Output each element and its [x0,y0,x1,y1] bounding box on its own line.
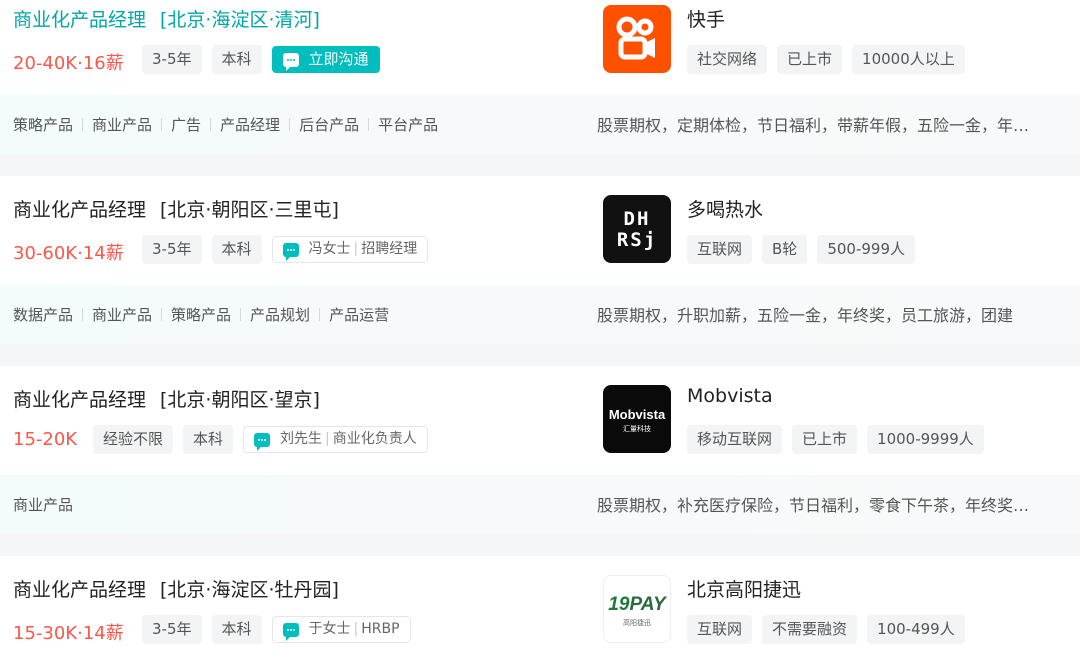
size-tag: 10000人以上 [852,45,965,74]
skill-tag: 平台产品 [378,116,439,134]
salary: 15-30K·14薪 [13,623,124,644]
chat-now-button[interactable]: 立即沟通 [271,46,380,73]
recruiter-chat-button[interactable]: 刘先生 | 商业化负责人 [243,426,428,453]
welfare-text: 股票期权，定期体检，节日福利，带薪年假，五险一金，年终奖 [597,116,1043,135]
industry-tag: 互联网 [687,235,753,264]
welfare-text: 股票期权，升职加薪，五险一金，年终奖，员工旅游，团建 [597,306,1014,325]
job-location: [北京·朝阳区·三里屯] [160,199,339,221]
experience-tag: 经验不限 [93,425,174,454]
skill-tags: 商业产品 [13,494,73,515]
salary: 30-60K·14薪 [13,243,124,264]
company-tags: 互联网 B轮 500-999人 [687,235,915,264]
job-title-link[interactable]: 商业化产品经理 [北京·海淀区·清河] [13,5,320,32]
skill-tags: 策略产品 商业产品 广告 产品经理 后台产品 平台产品 [13,114,438,135]
skill-tags: 数据产品 商业产品 策略产品 产品规划 产品运营 [13,304,389,325]
recruiter-name: 于女士 [308,621,351,637]
company-tags: 移动互联网 已上市 1000-9999人 [687,425,984,454]
job-card[interactable]: 商业化产品经理 [北京·朝阳区·望京] 15-20K 经验不限 本科 刘先生 | 商业… [0,366,1080,534]
job-location: [北京·海淀区·清河] [160,9,320,31]
kuaishou-logo[interactable] [603,5,671,73]
stage-tag: B轮 [762,235,808,264]
skill-tag: 商业产品 [13,496,74,514]
skill-tag: 产品规划 [250,306,311,324]
mobvista-logo[interactable]: Mobvista 汇量科技 [603,385,671,453]
experience-tag: 3-5年 [142,615,202,644]
chat-bubble-icon [282,242,299,261]
stage-tag: 不需要融资 [762,615,858,644]
size-tag: 100-499人 [867,615,965,644]
job-card-footer: 策略产品 商业产品 广告 产品经理 后台产品 平台产品 股票期权，定期体检，节日… [0,95,1080,154]
size-tag: 500-999人 [817,235,915,264]
skill-tag: 后台产品 [299,116,360,134]
skill-tag: 数据产品 [13,306,74,324]
degree-tag: 本科 [183,425,234,454]
recruiter-name: 冯女士 [308,241,351,257]
degree-tag: 本科 [211,45,262,74]
job-card[interactable]: 商业化产品经理 [北京·海淀区·牡丹园] 15-30K·14薪 3-5年 本科 于… [0,556,1080,667]
job-card[interactable]: 商业化产品经理 [北京·海淀区·清河] 20-40K·16薪 3-5年 本科 立即… [0,0,1080,154]
job-card[interactable]: 商业化产品经理 [北京·朝阳区·三里屯] 30-60K·14薪 3-5年 本科 冯… [0,176,1080,344]
size-tag: 1000-9999人 [867,425,984,454]
skill-tag: 产品运营 [329,306,390,324]
stage-tag: 已上市 [777,45,843,74]
skill-tag: 广告 [171,116,202,134]
job-title-link[interactable]: 商业化产品经理 [北京·海淀区·牡丹园] [13,575,339,602]
degree-tag: 本科 [211,235,262,264]
degree-tag: 本科 [211,615,262,644]
industry-tag: 移动互联网 [687,425,783,454]
job-tags: 3-5年 本科 立即沟通 [142,45,380,74]
company-name[interactable]: 快手 [687,5,725,32]
job-list: 商业化产品经理 [北京·海淀区·清河] 20-40K·16薪 3-5年 本科 立即… [0,0,1080,667]
skill-tag: 商业产品 [92,306,153,324]
recruiter-role: 商业化负责人 [332,431,417,447]
recruiter-role: 招聘经理 [361,241,418,257]
skill-tag: 策略产品 [171,306,232,324]
skill-tag: 商业产品 [92,116,153,134]
recruiter-chat-button[interactable]: 于女士 | HRBP [271,616,411,643]
job-title-link[interactable]: 商业化产品经理 [北京·朝阳区·三里屯] [13,195,339,222]
dhrs-logo[interactable]: DH RSj [603,195,671,263]
salary: 20-40K·16薪 [13,53,124,74]
job-title-link[interactable]: 商业化产品经理 [北京·朝阳区·望京] [13,385,320,412]
job-card-footer: 商业产品 股票期权，补充医疗保险，节日福利，零食下午茶，年终奖，五险一金 [0,475,1080,534]
job-tags: 3-5年 本科 冯女士 | 招聘经理 [142,235,429,264]
industry-tag: 社交网络 [687,45,768,74]
stage-tag: 已上市 [792,425,858,454]
job-card-footer: 数据产品 商业产品 策略产品 产品规划 产品运营 股票期权，升职加薪，五险一金，… [0,285,1080,344]
chat-bubble-icon [282,622,299,641]
19pay-logo[interactable]: 19PAY 高阳捷迅 [603,575,671,643]
recruiter-role: HRBP [361,621,400,637]
chat-bubble-icon [282,52,299,71]
job-tags: 3-5年 本科 于女士 | HRBP [142,615,411,644]
job-location: [北京·海淀区·牡丹园] [160,579,339,601]
industry-tag: 互联网 [687,615,753,644]
experience-tag: 3-5年 [142,45,202,74]
salary: 15-20K [13,429,78,450]
company-name[interactable]: Mobvista [687,385,773,407]
company-name[interactable]: 多喝热水 [687,195,763,222]
skill-tag: 产品经理 [220,116,281,134]
welfare-text: 股票期权，补充医疗保险，节日福利，零食下午茶，年终奖，五险一金 [597,496,1043,515]
job-location: [北京·朝阳区·望京] [160,389,320,411]
company-tags: 社交网络 已上市 10000人以上 [687,45,965,74]
recruiter-name: 刘先生 [280,431,323,447]
experience-tag: 3-5年 [142,235,202,264]
skill-tag: 策略产品 [13,116,74,134]
chat-bubble-icon [254,432,271,451]
company-tags: 互联网 不需要融资 100-499人 [687,615,965,644]
company-name[interactable]: 北京高阳捷迅 [687,575,801,602]
recruiter-chat-button[interactable]: 冯女士 | 招聘经理 [271,236,429,263]
job-tags: 经验不限 本科 刘先生 | 商业化负责人 [93,425,428,454]
